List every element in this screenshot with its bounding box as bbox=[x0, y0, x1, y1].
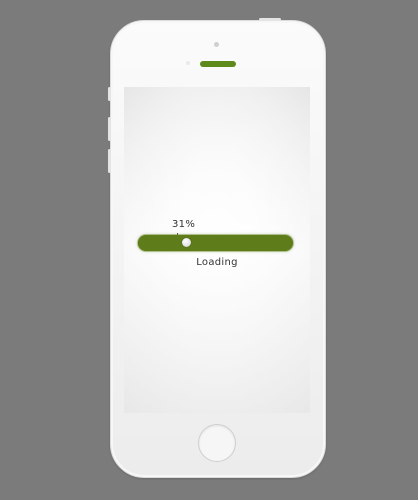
progress-bar bbox=[138, 235, 293, 251]
stage: 31% Loading bbox=[0, 0, 418, 500]
phone-frame: 31% Loading bbox=[108, 18, 326, 478]
screen: 31% Loading bbox=[124, 87, 310, 413]
volume-up-button bbox=[108, 117, 111, 141]
progress-percent-label: 31% bbox=[172, 219, 196, 230]
proximity-sensor bbox=[186, 61, 190, 65]
loading-status-label: Loading bbox=[196, 257, 238, 268]
home-button[interactable] bbox=[198, 424, 236, 462]
mute-switch bbox=[108, 87, 111, 101]
power-button bbox=[259, 18, 281, 21]
progress-knob bbox=[182, 238, 191, 247]
volume-down-button bbox=[108, 149, 111, 173]
front-camera bbox=[214, 42, 219, 47]
earpiece-speaker bbox=[200, 61, 236, 67]
progress-bar-fill bbox=[138, 235, 186, 251]
